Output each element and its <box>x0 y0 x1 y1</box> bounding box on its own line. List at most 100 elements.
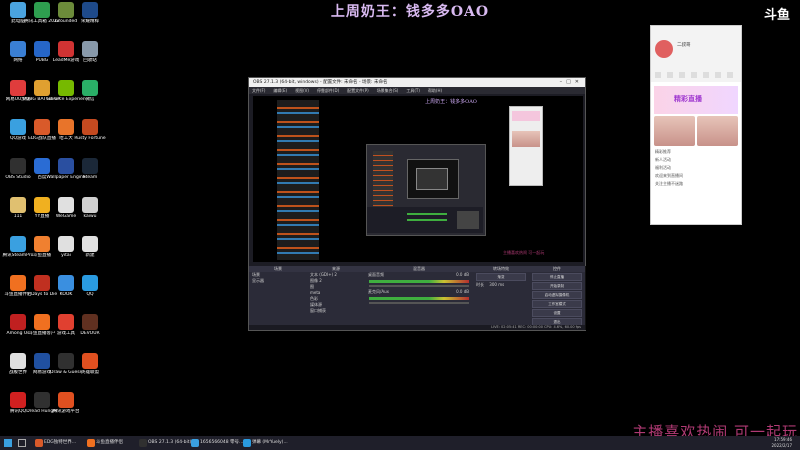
volume-slider[interactable] <box>369 285 469 287</box>
desktop-icon-label: Rusty Fortune <box>74 136 106 141</box>
nested-docks <box>367 207 483 233</box>
nested-bottom-text: 主播喜欢热闹 可一起玩 <box>503 250 545 255</box>
control-button[interactable]: 开始录制 <box>532 282 582 290</box>
desktop-icon[interactable]: 新建 <box>70 236 110 270</box>
mixer-channel[interactable]: 麦克风/Aux 0.0 dB <box>365 289 473 304</box>
promo-banner[interactable]: 精彩直播 <box>654 86 738 114</box>
volume-slider[interactable] <box>369 302 469 304</box>
clock[interactable]: 17:59:46 2022/2/17 <box>771 437 792 449</box>
obs-statusbar: LIVE: 02:05:41 REC: 00:00:00 CPU: 4.6%, … <box>249 325 585 330</box>
control-button[interactable]: 工作室模式 <box>532 300 582 308</box>
app-icon <box>35 439 43 447</box>
taskbar-item-label: EDG独特世界... <box>44 440 77 445</box>
controls-dock: 控件 停止直播 开始录制 启动虚拟摄像机 工作室模式 设置 退出 <box>529 266 586 330</box>
avatar[interactable] <box>655 40 673 58</box>
nested-overlay-title: 上周奶王：钱多多OAO <box>425 99 477 105</box>
obs-window-title: OBS 27.1.3 (64-bit, windows) - 配置文件: 未命名… <box>253 80 388 85</box>
menu-item[interactable]: 帮助(H) <box>428 88 442 93</box>
control-button[interactable]: 启动虚拟摄像机 <box>532 291 582 299</box>
desktop-icon[interactable]: kaiwu <box>70 197 110 231</box>
app-icon <box>82 275 98 291</box>
sources-dock: 来源 文本 (GDI+) 2 图像 2 图 meta 色彩 媒体源 窗口捕获 <box>307 266 366 330</box>
taskbar-item-label: 1656566048 零号... <box>200 440 244 445</box>
menu-item[interactable]: 配置文件(P) <box>347 88 369 93</box>
menu-item[interactable]: 工具(T) <box>406 88 420 93</box>
obs-docks: 场景 场景 显示器 来源 文本 (GDI+) 2 图像 2 图 meta 色彩 媒体源 窗口捕… <box>249 266 586 330</box>
app-icon <box>82 236 98 252</box>
nested-icons <box>373 151 393 211</box>
mixer-channel[interactable]: 桌面音频 0.0 dB <box>365 272 473 287</box>
menu-item[interactable]: 文件(F) <box>252 88 265 93</box>
transition-select[interactable]: 渐变 <box>476 273 526 281</box>
taskbar-item[interactable]: EDG独特世界... <box>34 438 76 448</box>
chat-message[interactable]: 新人活动 <box>651 156 741 164</box>
taskbar-item[interactable]: 弹幕 (MrYuely)... <box>242 438 288 448</box>
obs-menubar[interactable]: 文件(F) 编辑(E) 视图(V) 停靠部件(D) 配置文件(P) 场景集合(S) 工具(T… <box>249 87 585 94</box>
menu-item[interactable]: 视图(V) <box>295 88 309 93</box>
chat-header: 二叔哥 <box>651 26 741 82</box>
streamer-name: 二叔哥 <box>677 43 691 48</box>
mixer-channel-value: 0.0 dB <box>456 272 469 277</box>
app-icon <box>139 439 147 447</box>
obs-preview[interactable]: 上周奶王：钱多多OAO 主播喜欢热闹 可一起玩 <box>253 96 583 262</box>
desktop-icon-label: kaiwu <box>83 214 97 219</box>
volume-meter <box>369 297 469 300</box>
desktop-icon[interactable]: Rusty Fortune <box>70 119 110 153</box>
chat-toolbar[interactable] <box>655 72 739 78</box>
search-icon[interactable] <box>18 439 26 447</box>
mixer-channel-label: 桌面音频 <box>368 272 384 277</box>
obs-titlebar[interactable]: OBS 27.1.3 (64-bit, windows) - 配置文件: 未命名… <box>249 78 585 87</box>
transitions-dock: 转场特效 渐变 时长 300 ms <box>473 266 530 330</box>
duration-label: 时长 <box>476 282 484 287</box>
menu-item[interactable]: 场景集合(S) <box>377 88 399 93</box>
desktop-icon-label: 新建 <box>85 253 95 258</box>
app-icon <box>82 314 98 330</box>
duration-value[interactable]: 300 ms <box>489 282 504 287</box>
app-icon <box>82 119 98 135</box>
duration-row: 时长 300 ms <box>473 282 529 288</box>
desktop-icon[interactable]: 微信 <box>70 80 110 114</box>
app-icon <box>82 158 98 174</box>
control-button[interactable]: 设置 <box>532 309 582 317</box>
desktop-icon[interactable]: DEVOUR <box>70 314 110 348</box>
chat-message[interactable]: 精彩推荐 <box>651 148 741 156</box>
taskbar-item-label: 斗鱼直播伴侣 <box>96 440 123 445</box>
taskbar-item[interactable]: OBS 27.1.3 (64-bit)... <box>138 438 196 448</box>
obs-window[interactable]: OBS 27.1.3 (64-bit, windows) - 配置文件: 未命名… <box>248 77 586 331</box>
desktop-icon[interactable]: Steam <box>70 158 110 192</box>
controls-header: 控件 <box>529 266 585 272</box>
app-icon <box>82 2 98 18</box>
desktop-icon[interactable]: 腾讯游戏平台 <box>46 392 86 426</box>
app-icon <box>87 439 95 447</box>
chat-panel[interactable]: 二叔哥 精彩直播 精彩推荐 新人活动 福利活动 欢迎来到直播间 关注主播不迷路 <box>650 25 742 225</box>
menu-item[interactable]: 停靠部件(D) <box>317 88 339 93</box>
app-icon <box>82 197 98 213</box>
nested-chat-panel <box>509 106 543 186</box>
scene-item[interactable]: 显示器 <box>249 278 307 284</box>
banner-text: 精彩直播 <box>674 95 702 103</box>
desktop-icon-label: 英雄联盟 <box>81 370 99 375</box>
app-icon <box>191 439 199 447</box>
window-controls[interactable]: –□✕ <box>560 78 583 87</box>
app-icon <box>82 353 98 369</box>
desktop-icon[interactable]: QQ <box>70 275 110 309</box>
control-button[interactable]: 停止直播 <box>532 273 582 281</box>
desktop-icon-label: 回收站 <box>83 58 97 63</box>
nested-desktop-icons <box>277 100 319 260</box>
volume-meter <box>369 280 469 283</box>
source-item[interactable]: 窗口捕获 <box>307 308 365 314</box>
menu-item[interactable]: 编辑(E) <box>273 88 287 93</box>
nested-obs-window <box>366 144 486 236</box>
taskbar-item-label: 弹幕 (MrYuely)... <box>252 440 288 445</box>
taskbar-item[interactable]: 斗鱼直播伴侣 <box>86 438 123 448</box>
chat-message[interactable]: 福利活动 <box>651 164 741 172</box>
app-icon <box>82 80 98 96</box>
promo-photos[interactable] <box>654 116 738 146</box>
chat-message[interactable]: 欢迎来到直播间 <box>651 172 741 180</box>
desktop-icon[interactable]: 英雄联盟 <box>70 353 110 387</box>
chat-message[interactable]: 关注主播不迷路 <box>651 180 741 188</box>
taskbar-item[interactable]: 1656566048 零号... <box>190 438 243 448</box>
desktop-icon[interactable]: 荣耀精粹 <box>70 2 110 36</box>
start-button[interactable] <box>4 439 12 447</box>
desktop-icon[interactable]: 回收站 <box>70 41 110 75</box>
